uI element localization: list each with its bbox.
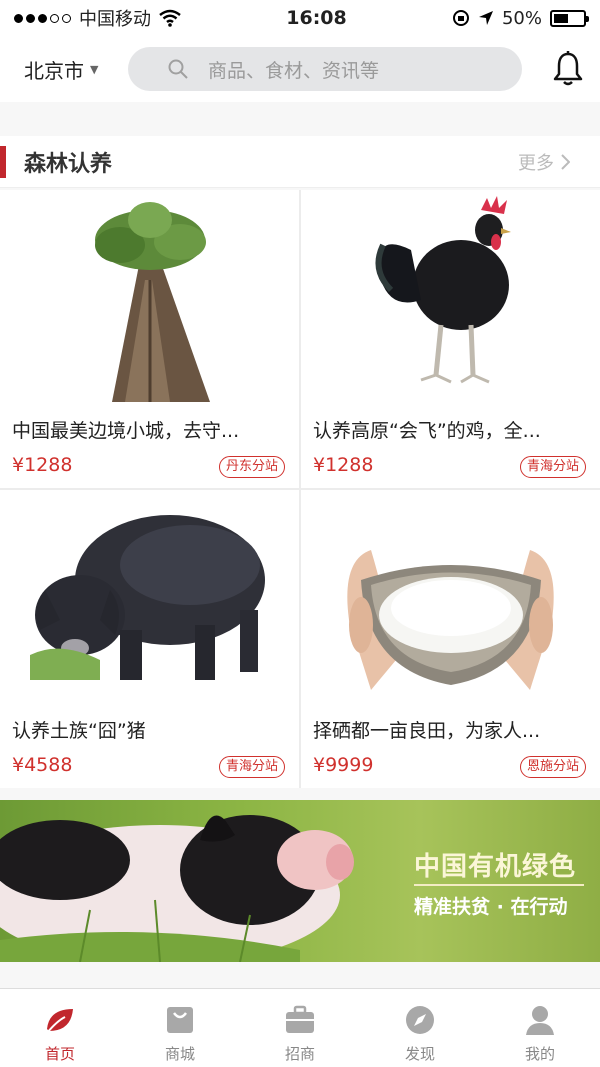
section-title: 森林认养: [24, 151, 113, 177]
tab-label: 商城: [164, 1045, 195, 1063]
tab-discover[interactable]: 发现: [360, 989, 480, 1067]
compass-icon: [406, 1006, 434, 1034]
search-icon: [168, 59, 188, 79]
battery-icon: [550, 9, 589, 27]
product-station-tag: 青海分站: [519, 456, 586, 478]
product-station-tag: 恩施分站: [519, 756, 586, 778]
product-card[interactable]: 认养高原“会飞”的鸡，全... ¥1288 青海分站: [301, 190, 600, 488]
tab-business[interactable]: 招商: [240, 989, 360, 1067]
battery-percent: 50%: [501, 7, 542, 29]
product-station-tag: 青海分站: [218, 756, 285, 778]
caret-down-icon: ▼: [90, 62, 99, 76]
product-station-tag: 丹东分站: [218, 456, 285, 478]
status-time: 16:08: [286, 7, 347, 29]
product-card[interactable]: 认养土族“囧”猪 ¥4588 青海分站: [0, 490, 299, 788]
product-price: ¥9999: [313, 754, 374, 776]
shopping-bag-icon: [167, 1007, 193, 1033]
product-grid: 中国最美边境小城，去守... ¥1288 丹东分站 认养高原“会飞”的鸡，全..…: [0, 190, 600, 788]
banner-subtitle: 精准扶贫 · 在行动: [414, 896, 568, 918]
carrier-name: 中国移动: [79, 9, 151, 30]
status-left: 中国移动: [14, 5, 181, 31]
user-icon: [526, 1006, 554, 1035]
bell-icon: [553, 51, 583, 86]
tab-label: 招商: [284, 1045, 315, 1063]
product-price: ¥1288: [313, 454, 374, 476]
product-price: ¥1288: [12, 454, 73, 476]
product-name: 认养土族“囧”猪: [12, 720, 146, 742]
tree-image: [95, 202, 210, 402]
product-name: 择硒都一亩良田，为家人...: [313, 720, 541, 742]
tab-home[interactable]: 首页: [0, 989, 120, 1067]
pig-image: [30, 515, 265, 680]
status-bar: 中国移动 16:08 50%: [0, 0, 600, 36]
rooster-image: [375, 196, 511, 384]
rotation-lock-icon: [452, 10, 469, 26]
briefcase-icon: [286, 1005, 314, 1033]
tab-label: 首页: [44, 1045, 75, 1063]
section-accent-bar: [0, 145, 6, 178]
city-selector[interactable]: 北京市 ▼: [24, 55, 128, 84]
location-arrow-icon: [478, 11, 493, 25]
section-header: 森林认养 更多: [0, 136, 600, 188]
notification-button[interactable]: [550, 49, 586, 89]
tab-label: 我的: [524, 1045, 555, 1063]
product-price: ¥4588: [12, 754, 73, 776]
search-input[interactable]: 商品、食材、资讯等: [128, 47, 522, 91]
status-right: 50%: [452, 7, 589, 29]
promo-banner[interactable]: 中国有机绿色 精准扶贫 · 在行动: [0, 800, 600, 962]
tab-profile[interactable]: 我的: [480, 989, 600, 1067]
product-card[interactable]: 中国最美边境小城，去守... ¥1288 丹东分站: [0, 190, 299, 488]
header: 北京市 ▼ 商品、食材、资讯等: [0, 36, 600, 102]
rice-bowl-image: [347, 550, 554, 690]
tab-mall[interactable]: 商城: [120, 989, 240, 1067]
product-name: 中国最美边境小城，去守...: [12, 420, 240, 442]
product-card[interactable]: 择硒都一亩良田，为家人... ¥9999 恩施分站: [301, 490, 600, 788]
more-label: 更多: [518, 152, 554, 174]
search-placeholder: 商品、食材、资讯等: [208, 59, 380, 82]
banner-divider: [414, 884, 584, 886]
wifi-icon: [159, 9, 181, 27]
signal-strength-icon: [14, 13, 71, 23]
product-name: 认养高原“会飞”的鸡，全...: [313, 420, 541, 442]
battery-level: [554, 13, 568, 23]
city-label: 北京市: [24, 58, 84, 83]
home-leaf-icon: [46, 1009, 73, 1034]
tab-label: 发现: [404, 1045, 435, 1063]
chevron-right-icon: [561, 153, 570, 170]
more-link[interactable]: 更多: [518, 149, 570, 175]
banner-title: 中国有机绿色: [414, 852, 577, 882]
bottom-tab-bar: 首页 商城 招商 发现 我的: [0, 988, 600, 1067]
